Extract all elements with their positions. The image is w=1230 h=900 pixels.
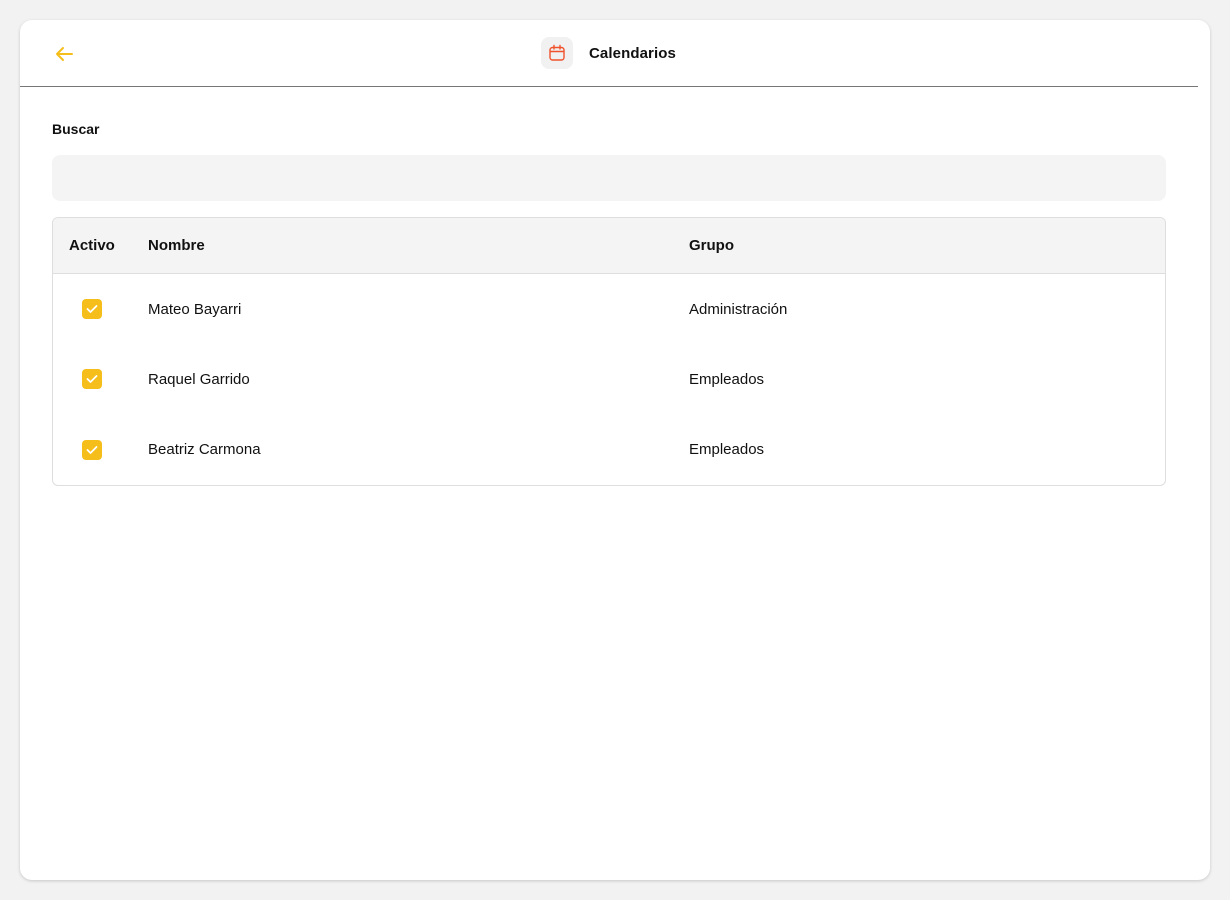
back-button[interactable]	[48, 40, 80, 68]
checkmark-icon	[86, 375, 98, 383]
page-header: Calendarios	[20, 20, 1198, 87]
table-row[interactable]: Mateo Bayarri Administración	[53, 274, 1165, 344]
column-header-activo[interactable]: Activo	[53, 237, 133, 254]
checkmark-icon	[86, 445, 98, 454]
main-content: Buscar Activo Nombre Grupo Mateo Bayarri…	[20, 87, 1210, 486]
name-cell: Beatriz Carmona	[148, 441, 261, 458]
calendar-icon	[541, 37, 573, 69]
active-checkbox[interactable]	[82, 299, 102, 319]
table-body: Mateo Bayarri Administración Raquel Garr…	[53, 274, 1165, 485]
search-input[interactable]	[52, 155, 1166, 201]
active-checkbox[interactable]	[82, 439, 102, 460]
active-checkbox[interactable]	[82, 369, 102, 389]
name-cell: Raquel Garrido	[148, 370, 250, 388]
group-cell: Administración	[689, 300, 788, 318]
active-cell	[53, 369, 133, 389]
active-cell	[53, 299, 133, 319]
table-row[interactable]: Beatriz Carmona Empleados	[53, 414, 1165, 485]
group-cell: Empleados	[689, 370, 765, 388]
group-cell: Empleados	[689, 441, 765, 458]
column-header-nombre[interactable]: Nombre	[133, 237, 674, 254]
table-row[interactable]: Raquel Garrido Empleados	[53, 344, 1165, 414]
page-title: Calendarios	[589, 44, 676, 62]
active-cell	[53, 439, 133, 460]
calendars-panel: Calendarios Buscar Activo Nombre Grupo M…	[20, 20, 1210, 880]
users-table: Activo Nombre Grupo Mateo Bayarri Admini…	[52, 217, 1166, 486]
name-cell: Mateo Bayarri	[148, 300, 242, 318]
search-label: Buscar	[52, 121, 100, 137]
header-title-group: Calendarios	[541, 37, 676, 69]
checkmark-icon	[86, 305, 98, 313]
column-header-grupo[interactable]: Grupo	[674, 237, 1165, 254]
arrow-left-icon	[56, 47, 73, 61]
table-header: Activo Nombre Grupo	[53, 218, 1165, 274]
